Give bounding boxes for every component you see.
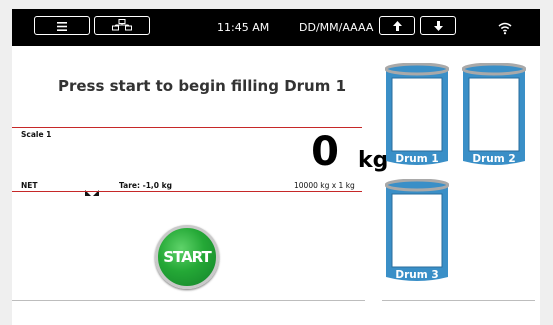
scale-name: Scale 1 [21,130,52,139]
drum-1[interactable]: Drum 1 [384,62,450,169]
scale-capacity: 10000 kg x 1 kg [294,181,355,190]
weight-unit: kg [358,148,389,173]
hamburger-icon [57,16,67,35]
divider-bottom [12,191,362,192]
clock-date: DD/MM/AAAA [299,21,374,34]
net-indicator: NET [21,181,38,190]
weight-value: 0 [311,129,339,175]
drum-2[interactable]: Drum 2 [461,62,527,169]
wifi-icon [498,20,512,39]
network-icon [112,16,132,35]
main-panel: Press start to begin filling Drum 1 Scal… [12,46,540,325]
start-button[interactable]: START [155,225,219,289]
arrow-down-icon [433,16,443,35]
drum-3-label: Drum 3 [395,269,439,281]
drum-3[interactable]: Drum 3 [384,178,450,285]
arrow-up-icon [392,16,402,35]
tare-value: Tare: -1,0 kg [119,181,172,190]
upload-button[interactable] [379,16,415,35]
instruction-prompt: Press start to begin filling Drum 1 [57,77,347,95]
app-frame: 11:45 AM DD/MM/AAAA Press start to begin… [0,0,553,325]
menu-button[interactable] [34,16,90,35]
drum-2-label: Drum 2 [472,153,516,165]
divider-top [12,127,362,128]
drum-1-label: Drum 1 [395,153,439,165]
footer-divider-right [382,300,535,301]
footer-divider-left [12,300,365,301]
download-button[interactable] [420,16,456,35]
clock-time: 11:45 AM [217,21,270,34]
top-bar: 11:45 AM DD/MM/AAAA [12,9,540,46]
network-button[interactable] [94,16,150,35]
